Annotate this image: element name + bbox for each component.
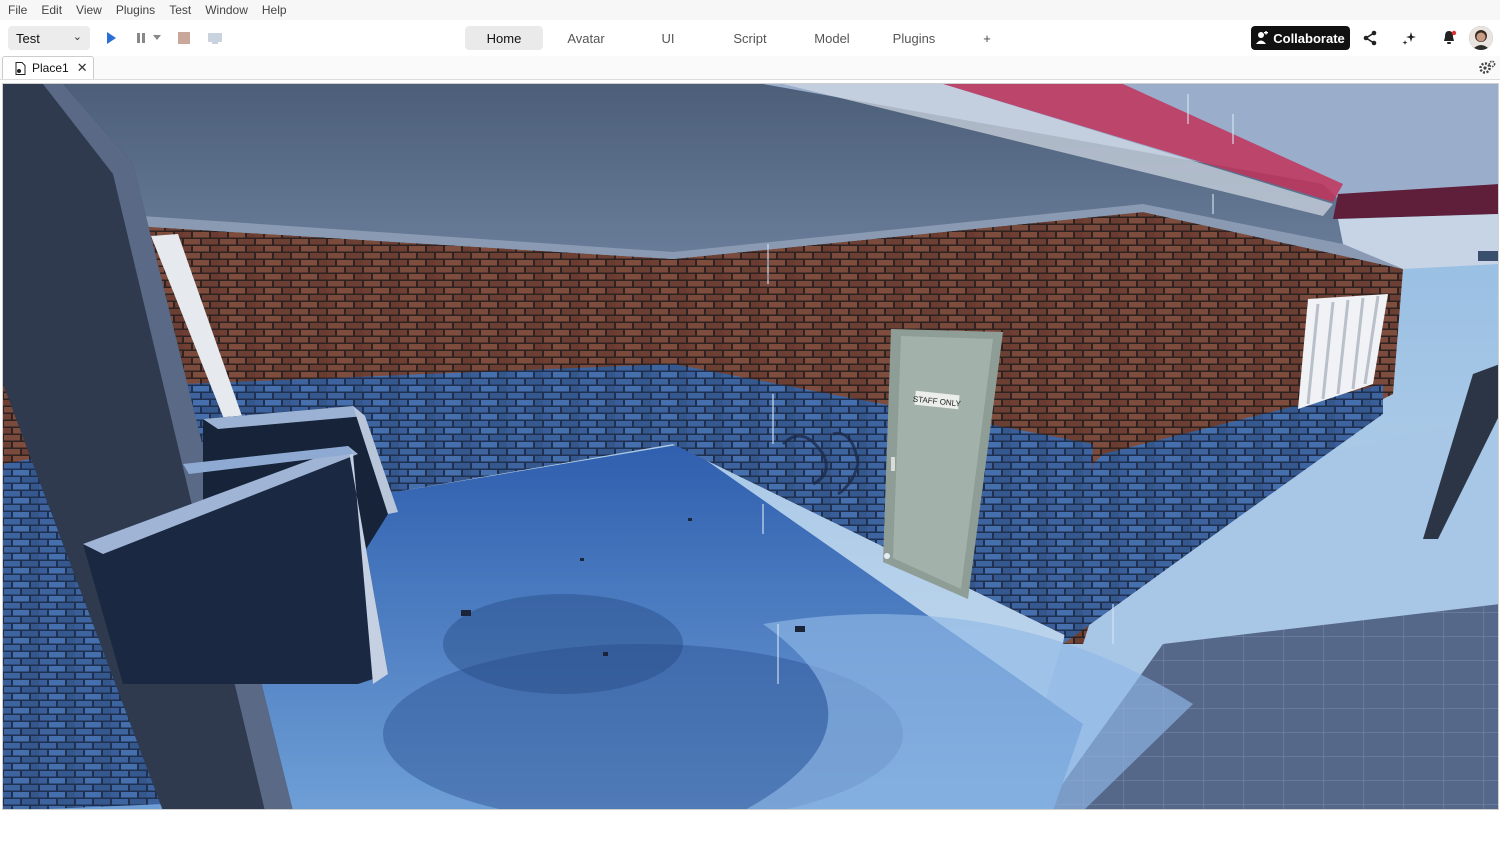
screen-icon[interactable] [206,29,224,47]
avatar[interactable] [1469,26,1493,50]
share-icon[interactable] [1360,28,1380,48]
menu-bar: File Edit View Plugins Test Window Help [0,0,1500,20]
document-icon [15,61,26,75]
menu-plugins[interactable]: Plugins [116,0,155,20]
collaborate-label: Collaborate [1273,30,1345,46]
pause-icon[interactable] [132,29,150,47]
tab-model[interactable]: Model [793,26,871,50]
notification-bell-icon[interactable] [1439,28,1459,48]
menu-test[interactable]: Test [169,0,191,20]
document-tab-bar: Place1 ✕ [0,56,1500,80]
pause-dropdown-icon[interactable] [151,29,163,47]
scene-render: STAFF ONLY [3,84,1498,809]
tab-home[interactable]: Home [465,26,543,50]
sparkle-icon[interactable] [1400,28,1420,48]
mode-select[interactable]: Test ⌄ [8,26,90,50]
tab-plugins[interactable]: Plugins [875,26,953,50]
document-tab-label: Place1 [32,61,69,75]
mode-select-value: Test [16,30,40,46]
menu-edit[interactable]: Edit [41,0,62,20]
tab-ui[interactable]: UI [629,26,707,50]
tab-avatar[interactable]: Avatar [547,26,625,50]
close-icon[interactable]: ✕ [77,60,88,76]
menu-help[interactable]: Help [262,0,287,20]
document-tab-place1[interactable]: Place1 ✕ [2,56,94,79]
collaborate-button[interactable]: Collaborate [1251,26,1350,50]
menu-view[interactable]: View [76,0,102,20]
chevron-down-icon: ⌄ [72,31,82,43]
3d-viewport[interactable]: STAFF ONLY [2,83,1499,810]
play-icon[interactable] [102,29,120,47]
stop-icon[interactable] [175,29,193,47]
menu-window[interactable]: Window [205,0,248,20]
settings-gear-icon[interactable] [1478,59,1496,77]
ribbon-tabs: Home Avatar UI Script Model Plugins + [465,26,1021,50]
tab-script[interactable]: Script [711,26,789,50]
toolbar: Test ⌄ Home Avatar UI Script Model Plugi… [0,20,1500,56]
tab-add[interactable]: + [957,26,1017,50]
menu-file[interactable]: File [8,0,27,20]
add-user-icon [1256,31,1269,44]
